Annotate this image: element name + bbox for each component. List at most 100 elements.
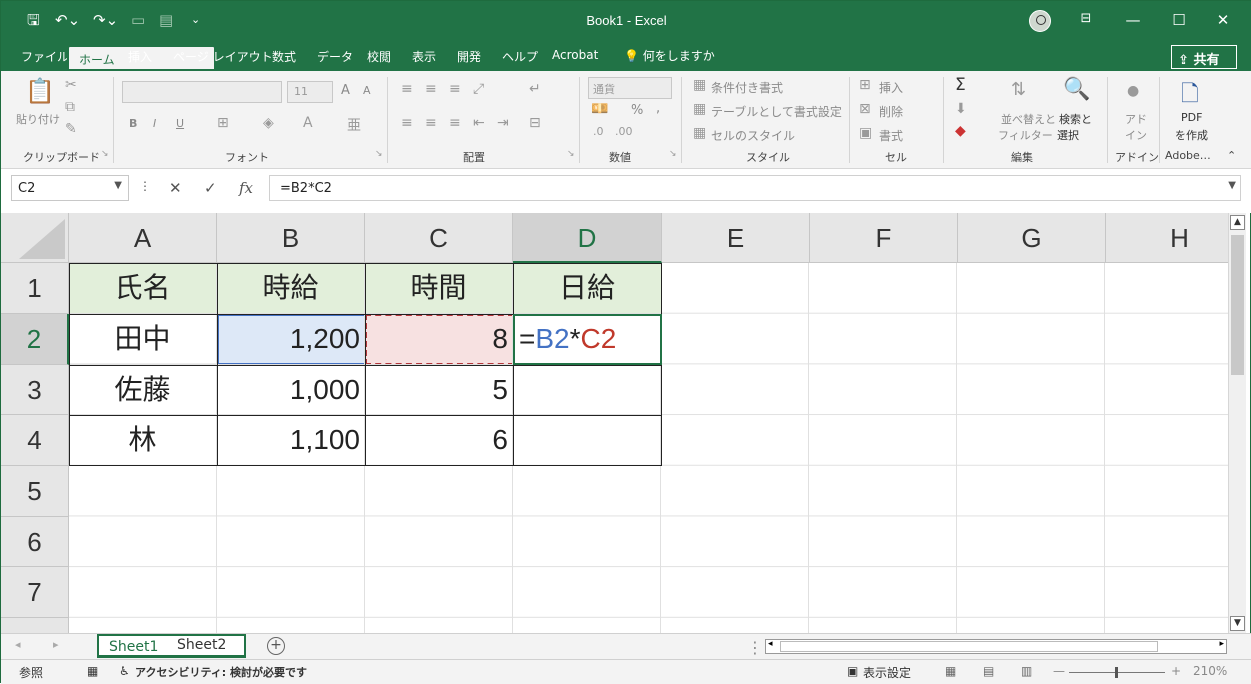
row-header-7[interactable]: 7: [1, 567, 69, 618]
align-left-icon[interactable]: ≡: [401, 115, 413, 131]
font-grow-button[interactable]: A: [341, 83, 350, 98]
alignment-launcher-icon[interactable]: ↘: [567, 149, 575, 159]
sort-filter-label-1[interactable]: 並べ替えと: [1001, 111, 1056, 127]
number-format-select[interactable]: 通貨: [588, 77, 672, 99]
autosum-button[interactable]: Σ: [955, 75, 966, 95]
tab-review[interactable]: 校閲: [367, 48, 391, 65]
normal-view-icon[interactable]: ▦: [945, 664, 956, 678]
find-select-label-1[interactable]: 検索と: [1059, 111, 1092, 127]
column-header-b[interactable]: B: [217, 213, 365, 263]
column-header-g[interactable]: G: [958, 213, 1106, 263]
row-header-5[interactable]: 5: [1, 466, 69, 517]
increase-decimal-icon[interactable]: .0: [593, 125, 604, 138]
cell-styles-button[interactable]: セルのスタイル: [711, 127, 795, 144]
page-break-view-icon[interactable]: ▥: [1021, 664, 1032, 678]
fill-icon[interactable]: ⬇: [955, 101, 967, 117]
decrease-indent-icon[interactable]: ⇤: [473, 115, 485, 131]
close-icon[interactable]: ✕: [1203, 11, 1243, 29]
align-bottom-icon[interactable]: ≡: [449, 81, 461, 97]
horizontal-scrollbar[interactable]: ◂ ▸: [765, 639, 1227, 654]
tab-acrobat[interactable]: Acrobat: [552, 48, 598, 62]
tab-page-layout[interactable]: ページ レイアウト: [173, 48, 273, 65]
tab-view[interactable]: 表示: [412, 48, 436, 65]
cut-icon[interactable]: ✂: [65, 77, 77, 93]
worksheet-grid[interactable]: A B C D E F G H 1 2 3 4 5 6 7 氏名 時給 時間 日…: [1, 213, 1228, 633]
tab-data[interactable]: データ: [317, 48, 353, 65]
addins-label-2[interactable]: イン: [1125, 127, 1147, 143]
row-header-6[interactable]: 6: [1, 517, 69, 567]
tab-file[interactable]: ファイル: [21, 48, 69, 65]
cell-b2[interactable]: 1,200: [217, 314, 365, 365]
next-sheet-icon[interactable]: ▸: [53, 638, 59, 651]
addins-label-1[interactable]: アド: [1125, 111, 1147, 127]
tab-developer[interactable]: 開発: [457, 48, 481, 65]
insert-function-icon[interactable]: fx: [239, 179, 253, 197]
accounting-format-icon[interactable]: 💴: [591, 101, 608, 117]
format-painter-icon[interactable]: ✎: [65, 121, 77, 137]
decrease-decimal-icon[interactable]: .00: [615, 125, 633, 138]
tab-formulas[interactable]: 数式: [272, 48, 296, 65]
cell-b4[interactable]: 1,100: [217, 415, 365, 466]
clipboard-launcher-icon[interactable]: ↘: [101, 149, 109, 159]
prev-sheet-icon[interactable]: ◂: [15, 638, 21, 651]
merge-center-icon[interactable]: ⊟: [529, 115, 541, 131]
cell-a1[interactable]: 氏名: [69, 263, 217, 314]
phonetic-icon[interactable]: 亜: [347, 115, 361, 135]
cell-a3[interactable]: 佐藤: [69, 365, 217, 415]
column-header-d[interactable]: D: [513, 213, 662, 263]
delete-cells-button[interactable]: 削除: [879, 103, 903, 120]
row-header-1[interactable]: 1: [1, 263, 69, 314]
hscroll-thumb[interactable]: [780, 641, 1158, 652]
conditional-format-button[interactable]: 条件付き書式: [711, 79, 783, 96]
font-shrink-button[interactable]: A: [363, 84, 371, 97]
split-handle-icon[interactable]: ⋮: [747, 638, 763, 657]
scroll-right-icon[interactable]: ▸: [1219, 639, 1224, 649]
sheet-tab-sheet2[interactable]: Sheet2: [167, 634, 236, 658]
format-as-table-button[interactable]: テーブルとして書式設定: [711, 103, 842, 120]
percent-button[interactable]: %: [631, 103, 643, 118]
cell-c4[interactable]: 6: [365, 415, 513, 466]
column-header-a[interactable]: A: [69, 213, 217, 263]
find-select-label-2[interactable]: 選択: [1057, 127, 1079, 143]
cell-c3[interactable]: 5: [365, 365, 513, 415]
increase-indent-icon[interactable]: ⇥: [497, 115, 509, 131]
collapse-ribbon-icon[interactable]: ⌃: [1227, 149, 1236, 162]
align-center-icon[interactable]: ≡: [425, 115, 437, 131]
accessibility-icon[interactable]: ♿: [119, 664, 130, 678]
macro-record-icon[interactable]: ▦: [87, 664, 98, 678]
underline-button[interactable]: U: [176, 117, 184, 130]
align-right-icon[interactable]: ≡: [449, 115, 461, 131]
align-middle-icon[interactable]: ≡: [425, 81, 437, 97]
align-top-icon[interactable]: ≡: [401, 81, 413, 97]
scroll-down-icon[interactable]: ▼: [1230, 616, 1245, 631]
cell-b3[interactable]: 1,000: [217, 365, 365, 415]
column-header-e[interactable]: E: [662, 213, 810, 263]
cell-b1[interactable]: 時給: [217, 263, 365, 314]
zoom-level[interactable]: 210%: [1193, 664, 1227, 678]
display-settings-button[interactable]: 表示設定: [863, 664, 911, 681]
cell-d3[interactable]: [513, 365, 662, 415]
cell-d4[interactable]: [513, 415, 662, 466]
enter-icon[interactable]: ✓: [204, 179, 217, 197]
tell-me-search[interactable]: 💡 何をしますか: [624, 47, 715, 64]
row-header-3[interactable]: 3: [1, 365, 69, 415]
formula-input[interactable]: =B2*C2 ▼: [269, 175, 1241, 201]
account-avatar[interactable]: [1029, 10, 1051, 32]
zoom-out-icon[interactable]: —: [1053, 664, 1065, 678]
page-layout-view-icon[interactable]: ▤: [983, 664, 994, 678]
expand-formula-icon[interactable]: ▼: [1228, 180, 1236, 191]
sort-filter-label-2[interactable]: フィルター: [998, 127, 1053, 143]
comma-button[interactable]: ,: [656, 101, 660, 116]
row-header-8[interactable]: [1, 618, 69, 633]
add-sheet-icon[interactable]: +: [267, 637, 285, 655]
bold-button[interactable]: B: [129, 117, 137, 130]
font-name-select[interactable]: [122, 81, 282, 103]
ribbon-display-icon[interactable]: ⊟: [1066, 11, 1106, 26]
copy-icon[interactable]: ⧉: [65, 99, 75, 115]
row-header-4[interactable]: 4: [1, 415, 69, 466]
zoom-slider-thumb[interactable]: [1115, 667, 1118, 678]
name-box[interactable]: C2 ▼: [11, 175, 129, 201]
font-color-icon[interactable]: A: [303, 115, 313, 131]
number-launcher-icon[interactable]: ↘: [669, 149, 677, 159]
create-pdf-label-2[interactable]: を作成: [1175, 127, 1208, 143]
